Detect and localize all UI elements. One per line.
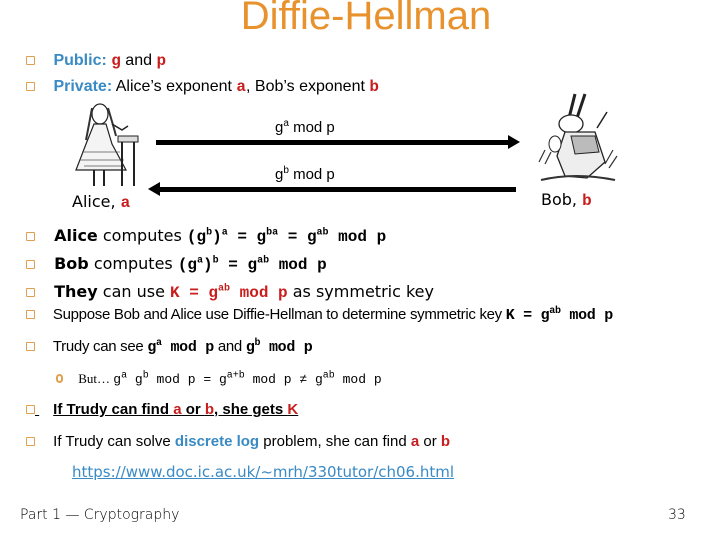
symmetric-key-formula: K = gab mod p: [170, 283, 288, 302]
bob-formula: (ga)b = gab mod p: [177, 255, 327, 274]
slide-title: Diffie-Hellman: [240, 0, 492, 38]
bob-var: b: [582, 192, 592, 210]
bob-caption: Bob, b: [541, 190, 592, 210]
reference-link[interactable]: https://www.doc.ic.ac.uk/~mrh/330tutor/c…: [72, 463, 454, 481]
msg-rest: mod p: [288, 119, 335, 136]
alice-caption: Alice, a: [72, 192, 130, 212]
they-verb: can use: [97, 282, 171, 301]
public-label: Public:: [53, 52, 107, 69]
alice-name: Alice,: [72, 192, 121, 211]
find-t1: If Trudy can find: [53, 401, 174, 418]
alice-who: Alice: [54, 226, 98, 245]
find-t2: or: [181, 401, 205, 418]
square-bullet-icon: [26, 82, 35, 91]
square-bullet-icon: [26, 288, 35, 297]
square-bullet-icon: [26, 260, 35, 269]
but-formula: ga gb mod p = ga+b mod p ≠ gab mod p: [113, 370, 382, 387]
and-text: and: [120, 52, 157, 69]
they-rest: as symmetric key: [287, 282, 434, 301]
arrow-right-icon: [508, 135, 520, 149]
bob-verb: computes: [88, 254, 178, 273]
alice-exponent-text: Alice’s exponent: [115, 78, 237, 95]
but-prefix: But…: [78, 371, 114, 386]
square-bullet-icon: [26, 342, 35, 351]
trudy-text1: Trudy can see: [52, 338, 148, 355]
alice-formula: (gb)a = gba = gab mod p: [186, 227, 387, 246]
bob-exponent-text: , Bob’s exponent: [246, 78, 370, 95]
square-bullet-icon: [26, 437, 35, 446]
log-a: a: [410, 433, 420, 450]
alice-var: a: [120, 194, 131, 212]
trudy-sees-line: Trudy can see ga mod p and gb mod p: [26, 338, 313, 357]
trudy-formula1: ga mod p: [147, 338, 214, 357]
trudy-formula2: gb mod p: [245, 338, 313, 357]
msg-to-bob-label: ga mod p: [275, 119, 335, 137]
find-b: b: [204, 401, 215, 418]
they-use-line: They can use K = gab mod p as symmetric …: [26, 282, 434, 302]
alice-computes-line: Alice computes (gb)a = gba = gab mod p: [26, 226, 386, 246]
discrete-log-line: If Trudy can solve discrete log problem,…: [26, 433, 450, 450]
arrow-to-alice: [148, 182, 518, 196]
white-rabbit-illustration-icon: [535, 92, 620, 187]
suppose-text: Suppose Bob and Alice use Diffie-Hellman…: [52, 306, 506, 323]
trudy-find-line: If Trudy can find a or b, she gets K: [26, 401, 298, 418]
b-var: b: [369, 78, 379, 96]
log-t1: If Trudy can solve: [53, 433, 175, 450]
log-b: b: [440, 433, 451, 450]
square-bullet-icon: [26, 405, 35, 414]
a-var: a: [236, 78, 246, 96]
log-t2: problem, she can find: [259, 433, 411, 450]
g-var: g: [111, 52, 121, 70]
round-bullet-icon: [56, 374, 63, 383]
private-bullet: Private: Alice’s exponent a, Bob’s expon…: [26, 78, 379, 96]
msg-to-alice-label: gb mod p: [275, 166, 335, 184]
p-var: p: [156, 52, 167, 70]
log-t3: or: [419, 433, 441, 450]
private-label: Private:: [53, 78, 113, 95]
square-bullet-icon: [26, 56, 35, 65]
but-line: But… ga gb mod p = ga+b mod p ≠ gab mod …: [56, 371, 382, 387]
msg-rest: mod p: [288, 166, 335, 183]
footer-section-label: Part 1 — Cryptography: [20, 507, 180, 523]
square-bullet-icon: [26, 232, 35, 241]
bob-name: Bob,: [541, 190, 583, 209]
find-k: K: [287, 401, 299, 418]
suppose-formula: K = gab mod p: [505, 306, 613, 325]
find-t3: , she gets: [214, 401, 288, 418]
trudy-text2: and: [213, 338, 246, 355]
discrete-log-highlight: discrete log: [174, 433, 260, 450]
arrow-left-icon: [148, 182, 160, 196]
they-who: They: [54, 282, 98, 301]
bob-computes-line: Bob computes (ga)b = gab mod p: [26, 254, 327, 274]
square-bullet-icon: [26, 310, 35, 319]
bob-who: Bob: [54, 254, 89, 273]
page-number: 33: [668, 507, 686, 523]
find-a: a: [173, 401, 182, 418]
alice-verb: computes: [97, 226, 187, 245]
suppose-line: Suppose Bob and Alice use Diffie-Hellman…: [26, 306, 613, 324]
arrow-to-bob: [156, 135, 521, 149]
public-bullet: Public: g and p: [26, 52, 166, 70]
alice-illustration-icon: [68, 100, 146, 190]
